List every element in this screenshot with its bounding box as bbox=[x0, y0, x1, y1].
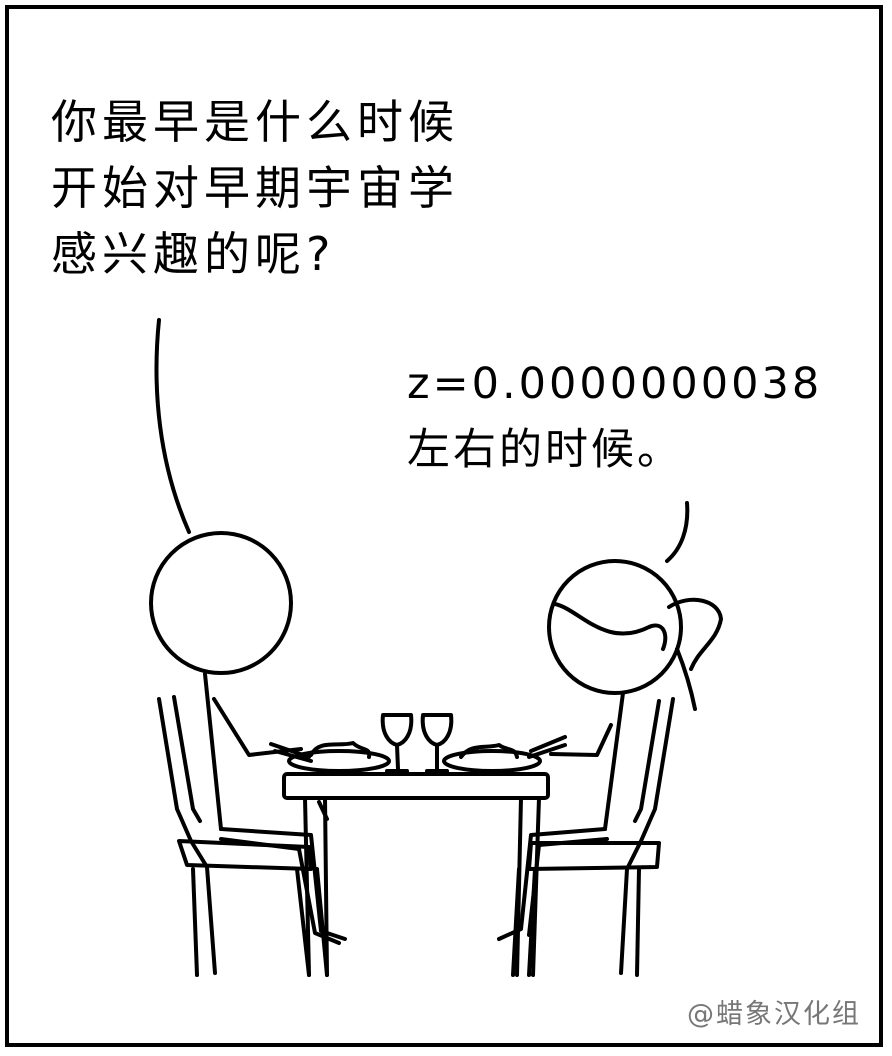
comic-panel: 你最早是什么时候 开始对早期宇宙学 感兴趣的呢? z=0.0000000038 … bbox=[5, 5, 883, 1047]
left-speech-tail bbox=[154, 318, 191, 534]
dinner-scene-illustration bbox=[149, 318, 723, 977]
right-plate bbox=[442, 743, 542, 773]
credit-watermark: @蜡象汉化组 bbox=[687, 999, 861, 1030]
right-speech-tail bbox=[665, 501, 690, 563]
